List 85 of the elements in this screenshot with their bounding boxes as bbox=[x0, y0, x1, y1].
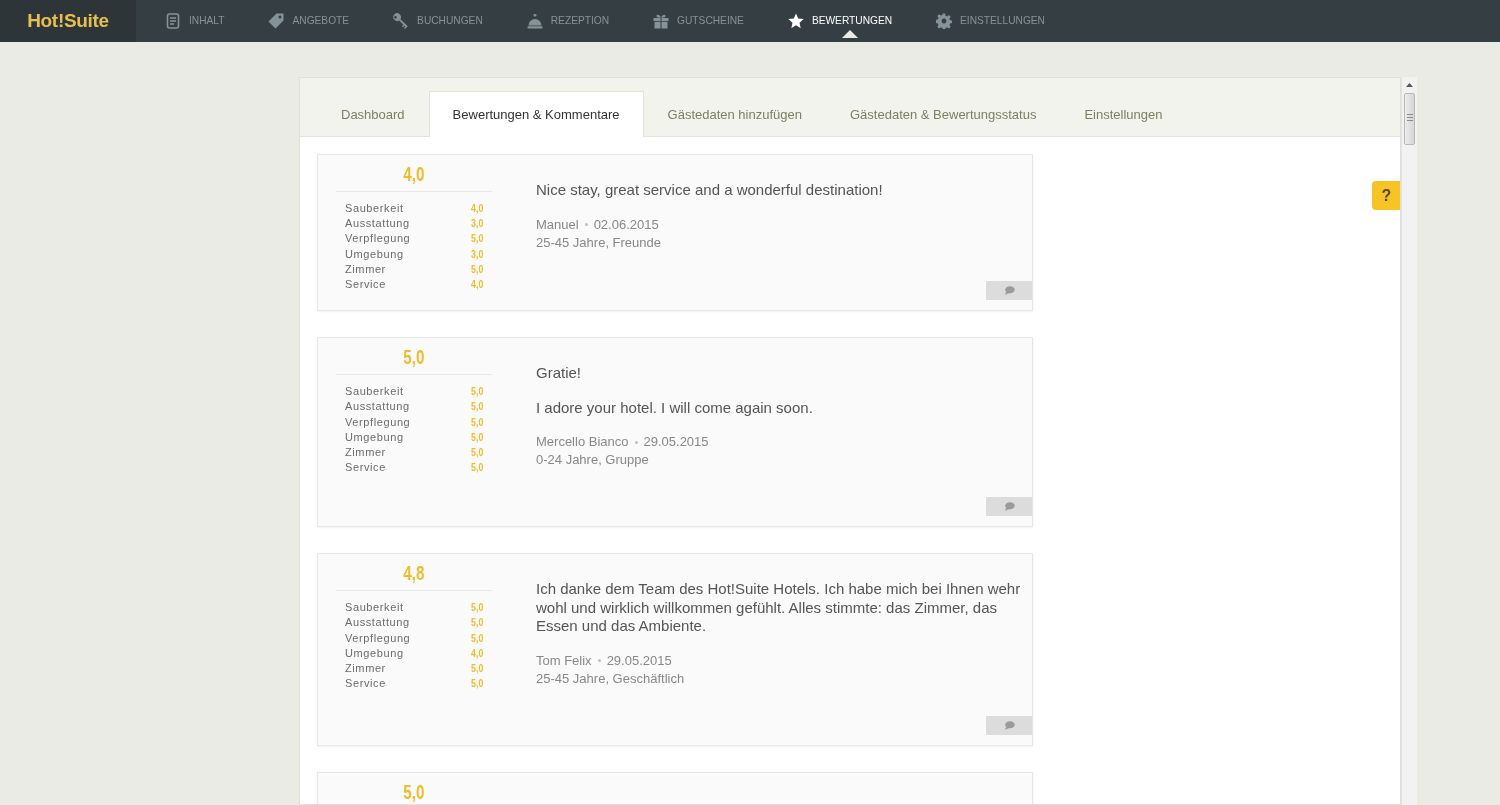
overall-score: 5,0 bbox=[403, 782, 425, 802]
author-name: Manuel bbox=[536, 215, 579, 234]
gift-icon bbox=[653, 13, 670, 29]
overall-score: 5,0 bbox=[403, 348, 425, 368]
service-bell-icon bbox=[526, 13, 543, 29]
rating-value: 4,0 bbox=[470, 201, 483, 216]
rating-value: 5,0 bbox=[470, 399, 483, 415]
guest-info: 25-45 Jahre, Freunde bbox=[536, 233, 662, 252]
rating-value: 4,0 bbox=[470, 276, 483, 292]
overall-score: 4,8 bbox=[403, 564, 425, 584]
gear-icon bbox=[936, 13, 953, 29]
separator-dot-icon bbox=[634, 440, 638, 444]
review-text: Ich danke dem Team des Hot!Suite Hotels. Ich habe mich bei Ihnen wehr wohl und wirklich willkommen gefühlt. Alles stimmte: das Zimmer, das Essen und das Ambiente. bbox=[536, 580, 1022, 636]
review-text: I adore your hotel. I will come again soon. bbox=[536, 398, 813, 418]
author-name: Mercello Bianco bbox=[536, 433, 629, 452]
rating-category: Ausstattung bbox=[345, 615, 410, 631]
rating-category: Ausstattung bbox=[345, 399, 410, 415]
rating-value: 5,0 bbox=[470, 660, 483, 676]
rating-value: 5,0 bbox=[470, 414, 483, 430]
rating-value: 3,0 bbox=[470, 246, 483, 262]
app-logo[interactable]: Hot!Suite bbox=[0, 0, 136, 42]
guest-info: 25-45 Jahre, Geschäftlich bbox=[536, 669, 685, 688]
tab[interactable]: Dashboard bbox=[317, 92, 429, 137]
separator-dot-icon bbox=[584, 223, 588, 226]
key-icon bbox=[393, 13, 410, 29]
nav-link[interactable]: BUCHUNGEN bbox=[371, 0, 505, 42]
tab[interactable]: Einstellungen bbox=[1060, 92, 1187, 137]
nav-link[interactable]: GUTSCHEINE bbox=[631, 0, 766, 42]
rating-category: Sauberkeit bbox=[345, 600, 404, 616]
review-text: Nice stay, great service and a wonderful destination! bbox=[536, 181, 883, 200]
rating-category: Verpflegung bbox=[345, 231, 411, 247]
rating-value: 3,0 bbox=[470, 216, 483, 232]
separator-dot-icon bbox=[597, 659, 601, 663]
nav-link[interactable]: INHALT bbox=[143, 0, 247, 42]
tab[interactable]: Bewertungen & Kommentare bbox=[428, 91, 644, 137]
rating-category: Umgebung bbox=[345, 429, 404, 445]
rating-category: Zimmer bbox=[345, 444, 386, 460]
rating-category: Verpflegung bbox=[345, 630, 411, 646]
rating-category: Verpflegung bbox=[345, 414, 411, 430]
tag-icon bbox=[268, 13, 285, 29]
nav-link[interactable]: ANGEBOTE bbox=[246, 0, 372, 42]
rating-value: 5,0 bbox=[470, 630, 483, 646]
guest-info: 0-24 Jahre, Gruppe bbox=[536, 451, 649, 470]
scroll-up-arrow-icon[interactable] bbox=[1406, 83, 1413, 87]
help-button[interactable]: ? bbox=[1372, 181, 1400, 210]
comment-button[interactable] bbox=[986, 497, 1032, 517]
rating-category: Service bbox=[345, 276, 386, 292]
rating-value: 5,0 bbox=[470, 444, 483, 460]
rating-category: Umgebung bbox=[345, 246, 404, 262]
rating-value: 5,0 bbox=[470, 460, 483, 476]
scrollbar-thumb[interactable] bbox=[1404, 93, 1415, 145]
nav-link[interactable]: REZEPTION bbox=[504, 0, 632, 42]
rating-category: Service bbox=[345, 460, 386, 476]
rating-category: Sauberkeit bbox=[345, 384, 404, 400]
rating-value: 5,0 bbox=[470, 429, 483, 445]
rating-category: Sauberkeit bbox=[345, 201, 404, 216]
rating-value: 5,0 bbox=[470, 384, 483, 400]
nav-link[interactable]: EINSTELLUNGEN bbox=[914, 0, 1067, 42]
rating-value: 5,0 bbox=[470, 600, 483, 616]
rating-value: 5,0 bbox=[470, 676, 483, 692]
tab[interactable]: Gästedaten & Bewertungsstatus bbox=[826, 92, 1061, 137]
speech-bubble-icon bbox=[1003, 502, 1015, 512]
author-name: Tom Felix bbox=[536, 651, 592, 670]
rating-category: Ausstattung bbox=[345, 216, 410, 232]
nav-link[interactable]: BEWERTUNGEN bbox=[765, 0, 915, 42]
review-text: Gratie! bbox=[536, 364, 581, 383]
review-date: 29.05.2015 bbox=[606, 651, 672, 670]
rating-category: Service bbox=[345, 676, 386, 692]
rating-value: 4,0 bbox=[470, 645, 483, 661]
rating-category: Zimmer bbox=[345, 660, 386, 676]
comment-button[interactable] bbox=[986, 281, 1032, 301]
comment-button[interactable] bbox=[986, 715, 1032, 735]
speech-bubble-icon bbox=[1003, 286, 1015, 296]
speech-bubble-icon bbox=[1003, 720, 1015, 730]
rating-value: 5,0 bbox=[470, 231, 483, 247]
document-icon bbox=[165, 13, 181, 29]
rating-value: 5,0 bbox=[470, 261, 483, 277]
tab[interactable]: Gästedaten hinzufügen bbox=[643, 92, 826, 137]
review-date: 29.05.2015 bbox=[643, 433, 709, 452]
overall-score: 4,0 bbox=[403, 165, 425, 184]
review-date: 02.06.2015 bbox=[593, 215, 659, 234]
rating-category: Umgebung bbox=[345, 645, 404, 661]
rating-category: Zimmer bbox=[345, 261, 386, 277]
star-icon bbox=[787, 13, 804, 29]
rating-value: 5,0 bbox=[470, 615, 483, 631]
